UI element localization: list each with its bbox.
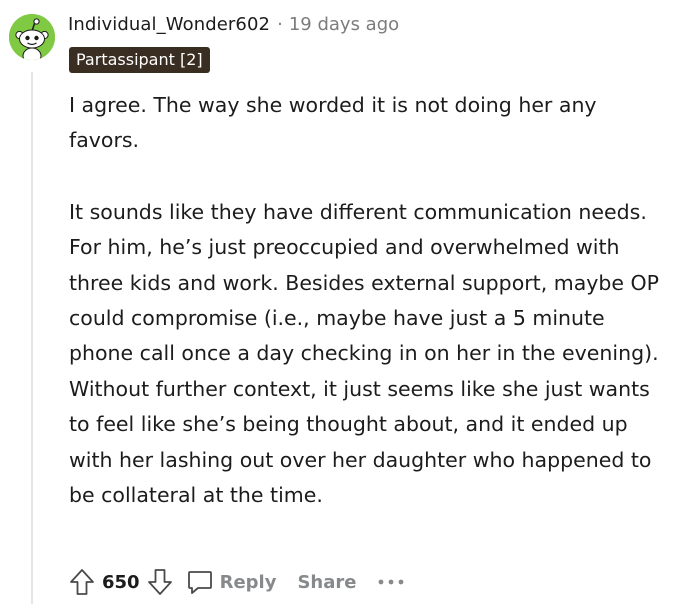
user-avatar[interactable] <box>9 14 55 60</box>
ellipsis-icon <box>379 579 404 585</box>
comment-paragraph: I agree. The way she worded it is not do… <box>69 93 597 153</box>
separator-dot: · <box>277 13 283 35</box>
thread-line[interactable] <box>31 72 33 604</box>
comment-actions: 650 Reply Share <box>64 564 404 600</box>
comment-paragraph: It sounds like they have different commu… <box>69 199 660 508</box>
downvote-button[interactable] <box>142 564 178 600</box>
comment: Individual_Wonder602 · 19 days ago Parta… <box>0 0 700 604</box>
speech-bubble-icon <box>187 571 212 594</box>
more-options-button[interactable] <box>378 564 404 600</box>
reply-label: Reply <box>219 571 277 593</box>
timestamp[interactable]: 19 days ago <box>289 14 399 35</box>
upvote-button[interactable] <box>64 564 100 600</box>
upvote-arrow-icon <box>70 569 94 595</box>
vote-score: 650 <box>102 571 140 593</box>
share-button[interactable]: Share <box>297 572 356 593</box>
reply-button[interactable]: Reply <box>186 568 277 596</box>
user-flair: Partassipant [2] <box>69 47 210 73</box>
downvote-arrow-icon <box>147 569 172 595</box>
comment-body: I agree. The way she worded it is not do… <box>69 88 669 513</box>
snoo-avatar-icon <box>9 14 55 60</box>
comment-header: Individual_Wonder602 · 19 days ago <box>68 10 399 38</box>
username[interactable]: Individual_Wonder602 <box>68 14 270 35</box>
